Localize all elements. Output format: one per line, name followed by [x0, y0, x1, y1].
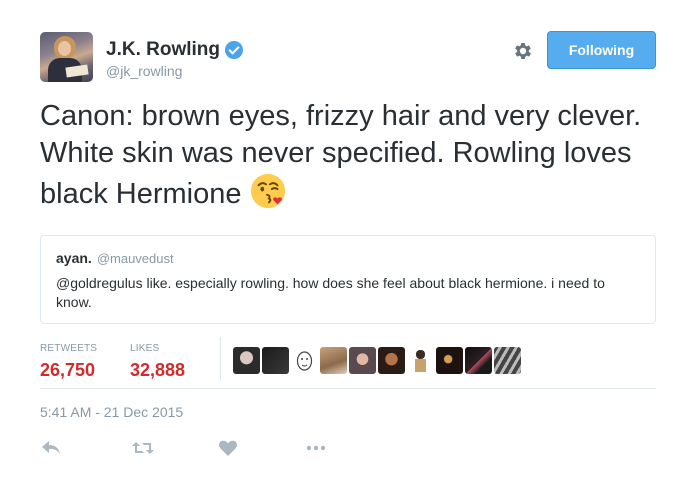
retweet-icon[interactable] — [131, 438, 155, 458]
verified-badge-icon — [225, 41, 243, 59]
retweets-stat[interactable]: RETWEETS 26,750 — [40, 343, 97, 381]
stats-divider — [220, 337, 221, 381]
face-blowing-kiss-emoji — [251, 173, 286, 209]
more-icon[interactable] — [305, 438, 327, 458]
likers-avatars — [233, 347, 521, 374]
author-avatar[interactable] — [40, 32, 93, 82]
liker-avatar[interactable] — [233, 347, 260, 374]
liker-avatar[interactable] — [407, 347, 434, 374]
divider — [40, 388, 656, 389]
liker-avatar[interactable] — [349, 347, 376, 374]
likes-count: 32,888 — [130, 360, 186, 380]
gear-icon[interactable] — [512, 40, 534, 62]
liker-avatar[interactable] — [465, 347, 492, 374]
tweet-text: Canon: brown eyes, frizzy hair and very … — [40, 98, 660, 213]
liker-avatar[interactable] — [494, 347, 521, 374]
liker-avatar[interactable] — [436, 347, 463, 374]
quoted-tweet[interactable]: ayan. @mauvedust @goldregulus like. espe… — [40, 235, 656, 324]
likes-label: LIKES — [130, 343, 160, 354]
following-button[interactable]: Following — [547, 31, 656, 69]
author-display-name[interactable]: J.K. Rowling — [106, 39, 220, 61]
quoted-tweet-text: @goldregulus like. especially rowling. h… — [56, 275, 605, 310]
liker-avatar[interactable] — [378, 347, 405, 374]
retweets-count: 26,750 — [40, 360, 96, 380]
likes-stat[interactable]: LIKES 32,888 — [130, 343, 185, 381]
heart-icon[interactable] — [218, 438, 238, 458]
retweets-label: RETWEETS — [40, 343, 98, 354]
tweet-card: J.K. Rowling @jk_rowling Following Canon… — [0, 0, 696, 487]
liker-avatar[interactable] — [291, 347, 318, 374]
tweet-text-content: Canon: brown eyes, frizzy hair and very … — [40, 100, 642, 210]
quoted-author-name: ayan. — [56, 250, 92, 266]
tweet-timestamp[interactable]: 5:41 AM - 21 Dec 2015 — [40, 404, 183, 420]
quoted-tweet-header: ayan. @mauvedust — [56, 250, 174, 266]
liker-avatar[interactable] — [262, 347, 289, 374]
reply-icon[interactable] — [40, 438, 62, 458]
liker-avatar[interactable] — [320, 347, 347, 374]
author-name-row[interactable]: J.K. Rowling — [106, 38, 243, 62]
quoted-author-handle: @mauvedust — [96, 251, 174, 266]
author-handle[interactable]: @jk_rowling — [106, 63, 182, 79]
